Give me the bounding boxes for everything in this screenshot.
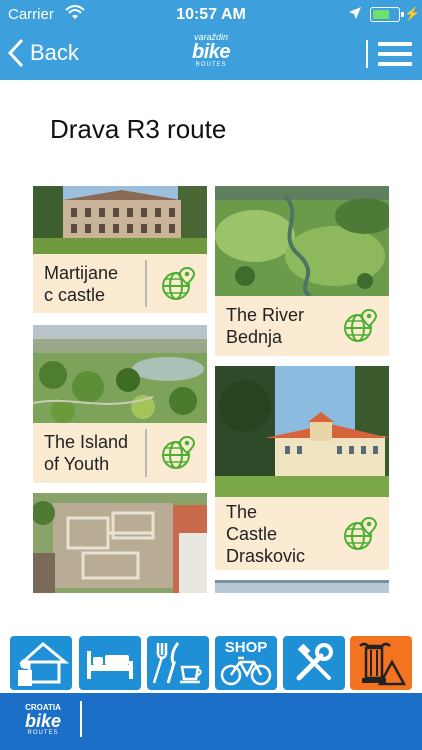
charging-bolt-icon: ⚡	[404, 6, 421, 21]
map-globe-icon[interactable]	[161, 435, 197, 471]
nav-divider	[366, 40, 368, 68]
poi-card-island-of-youth[interactable]: The Island of Youth	[33, 325, 207, 483]
shop-label: SHOP	[224, 639, 268, 656]
tools-icon	[296, 643, 333, 681]
cutlery-cup-icon	[152, 642, 202, 684]
caption-divider	[145, 429, 147, 477]
croatia-bike-logo: CROATIA bike ROUTES	[18, 703, 68, 737]
category-culture-button[interactable]	[350, 636, 412, 690]
card-caption: The Castle Draskovic	[215, 497, 389, 570]
bicycle-icon	[220, 656, 272, 686]
top-navigation-bar: Carrier 10:57 AM ⚡ Back varaždin bike RO…	[0, 0, 422, 80]
footer-divider	[80, 701, 82, 737]
back-label: Back	[30, 40, 79, 65]
card-caption: The River Bednja	[215, 296, 389, 356]
footer-logo-line2: bike	[24, 711, 62, 731]
partial-photo	[215, 580, 389, 593]
poi-card-partial[interactable]	[215, 580, 389, 593]
bed-icon	[87, 651, 133, 679]
map-globe-icon[interactable]	[161, 266, 197, 302]
battery-level-fill	[372, 9, 390, 19]
card-caption: The Island of Youth	[33, 423, 207, 483]
category-accommodation-tourism-button[interactable]	[10, 636, 72, 690]
location-arrow-icon	[348, 6, 362, 24]
category-toolbar: SHOP	[0, 636, 422, 694]
battery-icon	[370, 7, 404, 22]
river-photo	[215, 186, 389, 296]
status-bar: Carrier 10:57 AM ⚡	[0, 0, 422, 30]
category-food-button[interactable]	[147, 636, 209, 690]
card-label: Martijane c castle	[44, 262, 119, 305]
page-title: Drava R3 route	[50, 114, 227, 144]
island-photo	[33, 325, 207, 423]
column-mountain-icon	[359, 642, 407, 686]
poi-card-martijanec-castle[interactable]: Martijane c castle	[33, 186, 207, 313]
logo-line3: ROUTES	[195, 62, 227, 68]
category-service-button[interactable]	[283, 636, 345, 690]
footer-logo-line3: ROUTES	[27, 730, 59, 736]
category-accommodation-button[interactable]	[79, 636, 141, 690]
footer-bar: CROATIA bike ROUTES	[0, 693, 422, 750]
card-caption: Martijane c castle	[33, 254, 207, 313]
card-label: The Castle Draskovic	[226, 501, 306, 566]
poi-card-castle-draskovic[interactable]: The Castle Draskovic	[215, 366, 389, 570]
hamburger-menu-icon[interactable]	[378, 42, 412, 66]
card-label: The Island of Youth	[44, 432, 129, 474]
map-globe-icon[interactable]	[343, 308, 379, 344]
poi-card-archaeology[interactable]	[33, 493, 207, 593]
house-with-person-icon	[18, 642, 69, 686]
castle-photo	[33, 186, 207, 254]
excavation-photo	[33, 493, 207, 593]
logo-line2: bike	[191, 41, 231, 63]
poi-card-river-bednja[interactable]: The River Bednja	[215, 186, 389, 356]
category-shop-button[interactable]: SHOP	[215, 636, 277, 690]
varazdin-bike-logo: varaždin bike ROUTES	[181, 32, 241, 72]
caption-divider	[145, 260, 147, 307]
card-label: The River Bednja	[226, 305, 305, 347]
chevron-left-icon	[8, 38, 24, 68]
draskovic-photo	[215, 366, 389, 497]
back-button[interactable]: Back	[8, 36, 79, 70]
map-globe-icon[interactable]	[343, 516, 379, 552]
